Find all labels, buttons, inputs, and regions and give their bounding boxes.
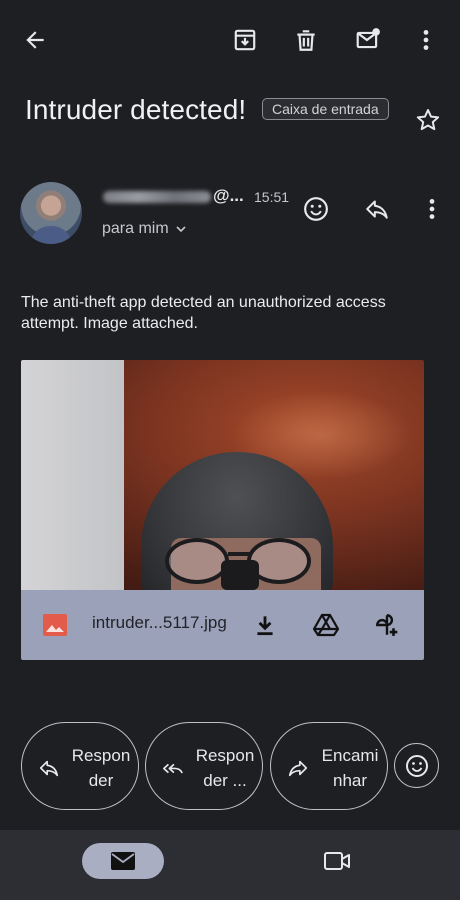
blurred-sender-name — [103, 190, 211, 203]
reply-all-button[interactable]: Responder ... — [145, 722, 263, 810]
star-icon[interactable] — [414, 106, 442, 134]
chevron-down-icon — [176, 226, 186, 232]
trash-icon[interactable] — [288, 22, 324, 58]
reply-button[interactable]: Responder — [21, 722, 139, 810]
forward-icon — [288, 760, 308, 777]
emoji-reaction-icon[interactable] — [299, 192, 333, 226]
sender-avatar[interactable] — [20, 182, 82, 244]
nav-mail-tab[interactable] — [82, 843, 164, 879]
forward-button[interactable]: Encaminhar — [270, 722, 388, 810]
recipient-label: para mim — [102, 220, 169, 237]
sender-name[interactable]: @... — [103, 186, 244, 206]
email-time: 15:51 — [254, 189, 290, 205]
emoji-reaction-button[interactable] — [394, 743, 439, 788]
reply-all-label: Responder ... — [195, 746, 255, 790]
recipient-toggle[interactable]: para mim — [102, 220, 187, 238]
forward-label: Encaminhar — [321, 746, 379, 790]
emoji-icon — [405, 754, 428, 777]
back-arrow-icon[interactable] — [17, 22, 53, 58]
download-icon[interactable] — [248, 608, 282, 642]
save-to-drive-icon[interactable] — [309, 608, 343, 642]
reply-label: Responder — [71, 746, 131, 790]
inbox-label-chip[interactable]: Caixa de entrada — [262, 98, 389, 120]
add-to-photos-icon[interactable] — [370, 608, 404, 642]
reply-all-icon — [163, 763, 183, 774]
top-toolbar — [0, 0, 460, 80]
subject-row: Intruder detected! Caixa de entrada — [25, 92, 445, 132]
mail-icon — [111, 852, 135, 870]
mark-unread-icon[interactable] — [350, 22, 386, 58]
reply-icon — [39, 760, 59, 777]
attachment-bar: intruder...5117.jpg — [21, 590, 424, 660]
sender-more-icon[interactable] — [415, 192, 449, 226]
sender-header: @... 15:51 para mim — [20, 182, 445, 252]
image-file-icon — [43, 614, 67, 636]
image-attachment[interactable]: intruder...5117.jpg — [21, 360, 424, 660]
email-body: The anti-theft app detected an unauthori… — [21, 294, 386, 332]
nav-meet-tab[interactable] — [322, 848, 352, 874]
bottom-navigation — [0, 830, 460, 900]
attachment-preview-image[interactable] — [21, 360, 424, 590]
archive-icon[interactable] — [227, 22, 263, 58]
video-camera-icon — [324, 852, 350, 870]
reply-icon[interactable] — [360, 192, 394, 226]
more-vert-icon[interactable] — [408, 22, 444, 58]
attachment-filename: intruder...5117.jpg — [92, 613, 227, 632]
email-subject: Intruder detected! — [25, 94, 247, 125]
